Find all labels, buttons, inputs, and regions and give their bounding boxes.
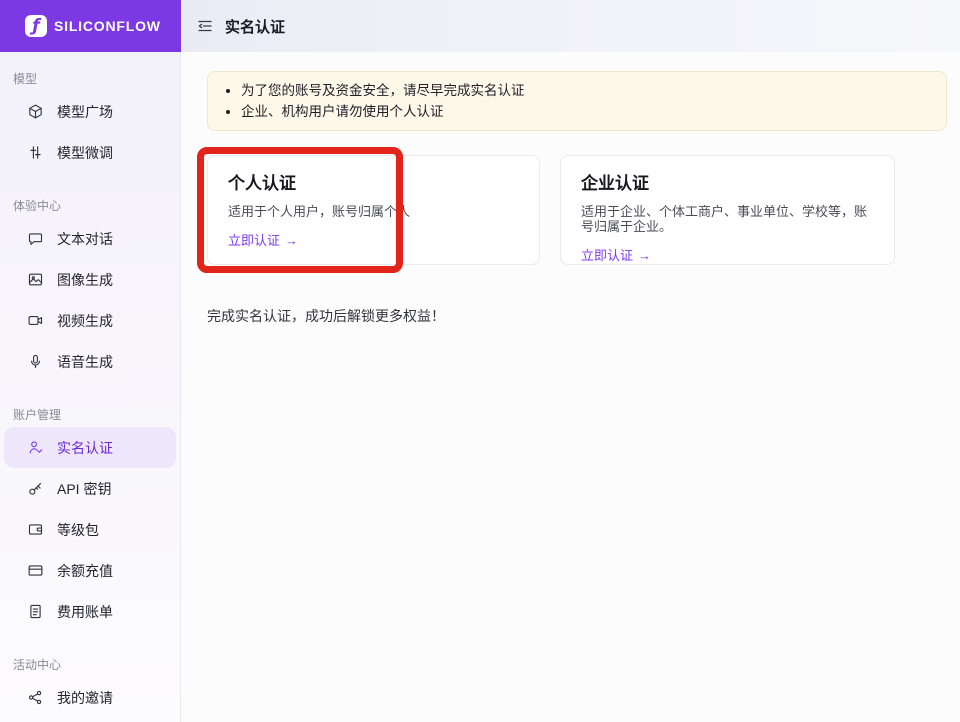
sidebar-item-label: 费用账单 (57, 603, 113, 620)
sidebar-item-model-plaza[interactable]: 模型广场 (4, 91, 176, 132)
enterprise-auth-link[interactable]: 立即认证 → (581, 249, 651, 263)
benefits-note: 完成实名认证，成功后解锁更多权益！ (207, 308, 445, 324)
enterprise-auth-card: 企业认证 适用于企业、个体工商户、事业单位、学校等，账号归属于企业。 立即认证 … (560, 155, 895, 265)
notice-line: 企业、机构用户请勿使用个人认证 (241, 101, 930, 122)
tune-icon (30, 146, 41, 159)
sidebar-item-text-chat[interactable]: 文本对话 (4, 218, 176, 259)
sidebar-item-label: 等级包 (57, 521, 99, 538)
personal-auth-title: 个人认证 (228, 174, 296, 193)
sidebar-item-label: 模型广场 (57, 103, 113, 120)
enterprise-auth-title: 企业认证 (581, 174, 649, 193)
main-content: 为了您的账号及资金安全，请尽早完成实名认证 企业、机构用户请勿使用个人认证 个人… (181, 52, 960, 722)
sidebar-section-playground: 体验中心 (13, 199, 62, 213)
topbar: 实名认证 (181, 0, 960, 52)
sidebar-item-model-finetune[interactable]: 模型微调 (4, 132, 176, 173)
sidebar-item-label: 图像生成 (57, 271, 113, 288)
sidebar-item-label: 模型微调 (57, 144, 113, 161)
personal-auth-card: 个人认证 适用于个人用户，账号归属个人 立即认证 → (207, 155, 540, 265)
sidebar-item-tier-package[interactable]: 等级包 (4, 509, 176, 550)
sidebar-item-label: 视频生成 (57, 312, 113, 329)
sidebar-item-balance-recharge[interactable]: 余额充值 (4, 550, 176, 591)
brand-logo-icon: ƒ (25, 15, 47, 37)
sidebar-item-billing[interactable]: 费用账单 (4, 591, 176, 632)
enterprise-auth-description: 适用于企业、个体工商户、事业单位、学校等，账号归属于企业。 (581, 204, 868, 234)
chat-icon (28, 233, 43, 245)
brand-logo[interactable]: ƒ SILICONFLOW (0, 0, 181, 52)
collapse-sidebar-button[interactable] (196, 17, 214, 35)
enterprise-auth-link-label: 立即认证 (581, 248, 634, 263)
notice-banner: 为了您的账号及资金安全，请尽早完成实名认证 企业、机构用户请勿使用个人认证 (207, 71, 947, 131)
sidebar-item-label: 实名认证 (57, 439, 113, 456)
page-title: 实名认证 (225, 18, 286, 36)
sidebar-section-account: 账户管理 (13, 408, 62, 422)
sidebar-section-activity: 活动中心 (13, 658, 62, 672)
personal-auth-link[interactable]: 立即认证 → (228, 234, 298, 248)
arrow-right-icon: → (638, 248, 652, 263)
sidebar-item-label: 余额充值 (57, 562, 113, 579)
auth-cards-row: 个人认证 适用于个人用户，账号归属个人 立即认证 → 企业认证 适用于企业、个体… (207, 155, 960, 265)
key-icon (29, 482, 42, 495)
sidebar-item-image-generation[interactable]: 图像生成 (4, 259, 176, 300)
sidebar-item-label: 文本对话 (57, 230, 113, 247)
sidebar-item-label: 我的邀请 (57, 689, 113, 706)
sidebar-item-video-generation[interactable]: 视频生成 (4, 300, 176, 341)
user-check-icon (29, 441, 43, 454)
sidebar-item-audio-generation[interactable]: 语音生成 (4, 341, 176, 382)
sidebar-item-label: 语音生成 (57, 353, 113, 370)
video-icon (28, 316, 43, 325)
personal-auth-description: 适用于个人用户，账号归属个人 (228, 204, 411, 219)
sidebar-item-my-invites[interactable]: 我的邀请 (4, 677, 176, 718)
sidebar-section-models: 模型 (13, 72, 38, 86)
image-icon (28, 273, 43, 286)
share-icon (28, 690, 42, 705)
wallet-icon (28, 524, 43, 535)
sidebar-item-label: API 密钥 (57, 480, 112, 497)
notice-line: 为了您的账号及资金安全，请尽早完成实名认证 (241, 80, 930, 101)
mic-icon (31, 354, 40, 369)
personal-auth-link-label: 立即认证 (228, 233, 281, 248)
menu-fold-icon (198, 20, 212, 32)
brand-wordmark: SILICONFLOW (54, 18, 161, 34)
cube-icon (29, 104, 42, 119)
bill-icon (30, 604, 41, 619)
sidebar-item-api-keys[interactable]: API 密钥 (4, 468, 176, 509)
arrow-right-icon: → (285, 233, 299, 248)
sidebar: ƒ SILICONFLOW 模型 模型广场 模型微调 体验中心 文本对话 图像生… (0, 0, 181, 722)
credit-card-icon (28, 565, 43, 576)
sidebar-item-realname-auth[interactable]: 实名认证 (4, 427, 176, 468)
